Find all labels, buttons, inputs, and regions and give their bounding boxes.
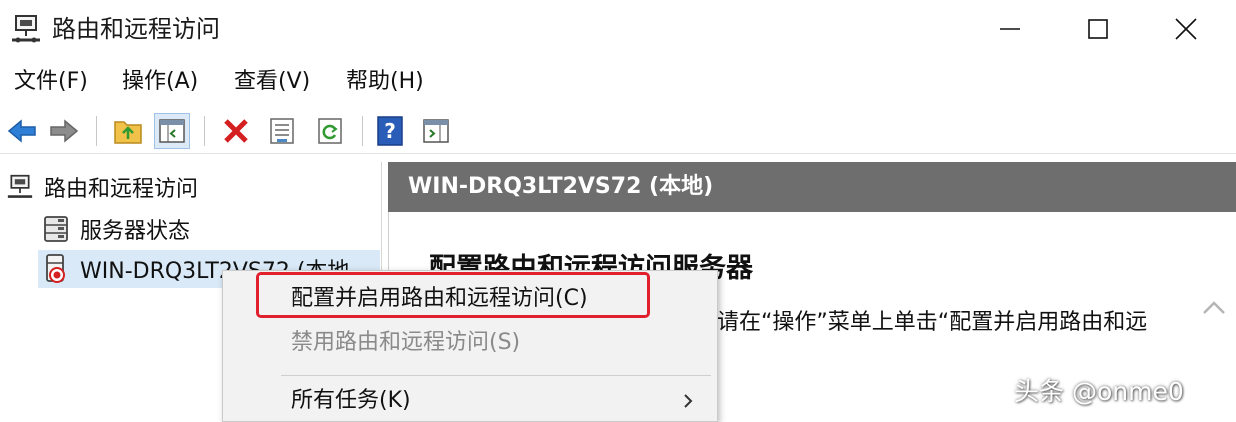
back-button[interactable] (4, 113, 40, 149)
menu-separator (281, 375, 711, 376)
back-arrow-icon (7, 119, 36, 143)
server-status-icon (40, 213, 72, 245)
properties-button[interactable] (264, 113, 300, 149)
toolbar: ? (0, 108, 1236, 154)
chevron-right-icon (681, 379, 695, 422)
menu-view[interactable]: 查看(V) (234, 66, 310, 98)
show-hide-tree-button[interactable] (154, 113, 190, 149)
close-button[interactable] (1142, 0, 1230, 58)
help-icon: ? (377, 116, 403, 146)
action-pane-icon (423, 119, 449, 143)
watermark: 头条 @onme0 (1014, 377, 1184, 406)
close-icon (1175, 18, 1197, 40)
refresh-button[interactable] (312, 113, 348, 149)
tree-root-label: 路由和远程访问 (44, 177, 199, 202)
minimize-button[interactable] (966, 0, 1054, 58)
up-folder-icon (114, 121, 142, 144)
forward-button[interactable] (46, 113, 82, 149)
highlight-annotation (256, 272, 650, 318)
menu-bar: 文件(F) 操作(A) 查看(V) 帮助(H) (0, 62, 1236, 102)
delete-button[interactable] (218, 113, 254, 149)
help-button[interactable]: ? (372, 113, 408, 149)
menu-item-disable: 禁用路由和远程访问(S) (223, 321, 717, 365)
menu-help[interactable]: 帮助(H) (346, 66, 424, 98)
menu-action[interactable]: 操作(A) (122, 66, 198, 98)
forward-arrow-icon (50, 119, 79, 143)
up-level-button[interactable] (110, 113, 146, 149)
menu-file[interactable]: 文件(F) (14, 66, 88, 98)
delete-icon (224, 119, 248, 143)
scroll-up-icon[interactable] (1201, 298, 1227, 318)
tree-root[interactable]: 路由和远程访问 (4, 168, 198, 206)
action-pane-button[interactable] (418, 113, 454, 149)
menu-item-all-tasks[interactable]: 所有任务(K) (223, 379, 717, 422)
refresh-icon (318, 118, 342, 144)
window-title: 路由和远程访问 (52, 15, 220, 43)
properties-icon (270, 118, 294, 144)
title-bar: 路由和远程访问 (0, 0, 1236, 58)
maximize-icon (1088, 19, 1108, 39)
svg-text:?: ? (384, 119, 396, 143)
routing-remote-access-icon (10, 14, 42, 44)
minimize-icon (1000, 28, 1020, 30)
menu-item-label: 禁用路由和远程访问(S) (291, 330, 521, 355)
tree-item-server-status[interactable]: 服务器状态 (40, 210, 190, 248)
routing-remote-access-icon (4, 171, 36, 203)
menu-item-label: 所有任务(K) (291, 388, 411, 413)
details-text: 请在“操作”菜单上单击“配置并启用路由和远 (717, 310, 1148, 335)
server-stopped-icon (40, 253, 72, 285)
maximize-button[interactable] (1054, 0, 1142, 58)
details-header: WIN-DRQ3LT2VS72 (本地) (388, 162, 1236, 212)
show-hide-tree-icon (159, 119, 185, 143)
tree-item-label: 服务器状态 (80, 219, 191, 244)
